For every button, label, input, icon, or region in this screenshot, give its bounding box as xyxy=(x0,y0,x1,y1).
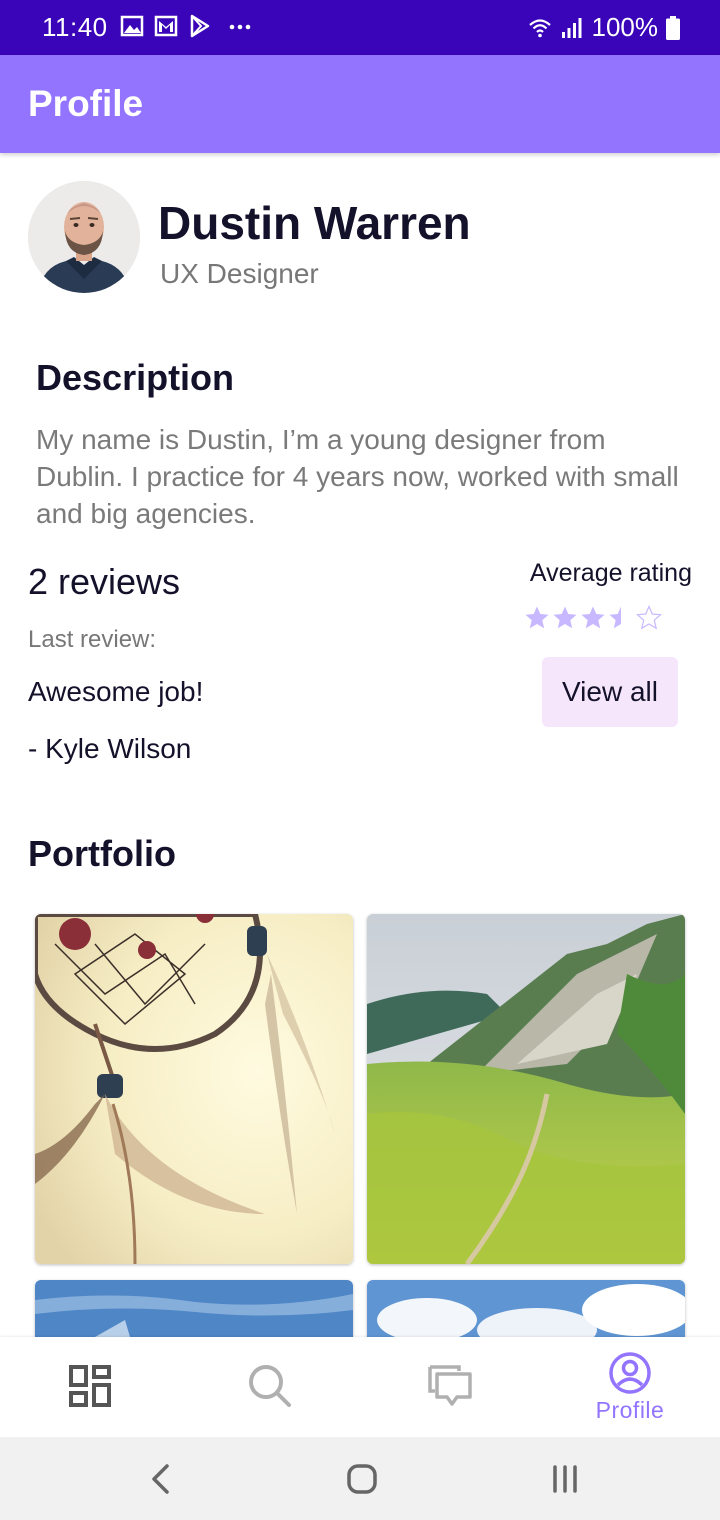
last-review-text: Awesome job! xyxy=(28,676,204,707)
image-icon xyxy=(120,15,144,37)
play-store-icon xyxy=(190,14,210,38)
last-review-label: Last review: xyxy=(28,626,157,653)
average-rating-label: Average rating xyxy=(529,559,692,587)
chat-icon xyxy=(428,1365,472,1406)
search-icon xyxy=(249,1365,291,1407)
reviews-count: 2 reviews xyxy=(28,561,181,602)
nav-item-dashboard[interactable] xyxy=(0,1337,180,1437)
profile-name: Dustin Warren xyxy=(158,197,471,249)
profile-icon xyxy=(609,1352,651,1394)
status-time: 11:40 xyxy=(42,12,108,42)
profile-role: UX Designer xyxy=(160,258,319,289)
sky-image[interactable] xyxy=(35,1280,353,1337)
status-notification-icons xyxy=(120,14,252,38)
star-icon xyxy=(525,606,549,629)
page-title: Profile xyxy=(28,83,144,124)
system-navigation-bar xyxy=(0,1437,720,1520)
back-chevron-icon xyxy=(152,1464,169,1494)
status-system-icons: 100% xyxy=(528,12,680,43)
dreamcatcher-image[interactable] xyxy=(35,914,353,1264)
signal-icon xyxy=(561,17,581,38)
rating-stars xyxy=(524,605,662,631)
bottom-navigation: Profile xyxy=(0,1337,720,1437)
nav-item-chat[interactable] xyxy=(360,1337,540,1437)
back-button[interactable] xyxy=(130,1457,190,1501)
app-bar: Profile xyxy=(0,55,720,153)
star-icon xyxy=(609,606,621,629)
clouds-image[interactable] xyxy=(367,1280,685,1337)
star-icon xyxy=(553,606,577,629)
home-button[interactable] xyxy=(332,1457,392,1501)
more-dots-icon xyxy=(229,24,251,30)
recent-apps-icon xyxy=(553,1465,577,1493)
recent-apps-button[interactable] xyxy=(535,1457,595,1501)
view-all-button[interactable]: View all xyxy=(542,657,678,727)
dashboard-icon xyxy=(69,1365,111,1407)
description-heading: Description xyxy=(36,357,235,398)
portfolio-heading: Portfolio xyxy=(28,833,176,874)
star-icon xyxy=(636,605,662,630)
gmail-icon xyxy=(154,15,178,37)
last-review-author: - Kyle Wilson xyxy=(28,733,192,764)
status-bar: 11:40 100% xyxy=(0,0,720,55)
mountain-meadow-image[interactable] xyxy=(367,914,685,1264)
star-icon xyxy=(581,606,605,629)
nav-item-search[interactable] xyxy=(180,1337,360,1437)
home-icon xyxy=(347,1464,377,1494)
wifi-icon xyxy=(528,18,551,37)
avatar xyxy=(28,181,140,293)
description-text: My name is Dustin, I’m a young designer … xyxy=(36,424,679,529)
battery-icon xyxy=(666,15,680,40)
nav-label-profile: Profile xyxy=(595,1397,665,1423)
battery-percent: 100% xyxy=(591,12,659,42)
nav-item-profile[interactable]: Profile xyxy=(540,1337,720,1437)
